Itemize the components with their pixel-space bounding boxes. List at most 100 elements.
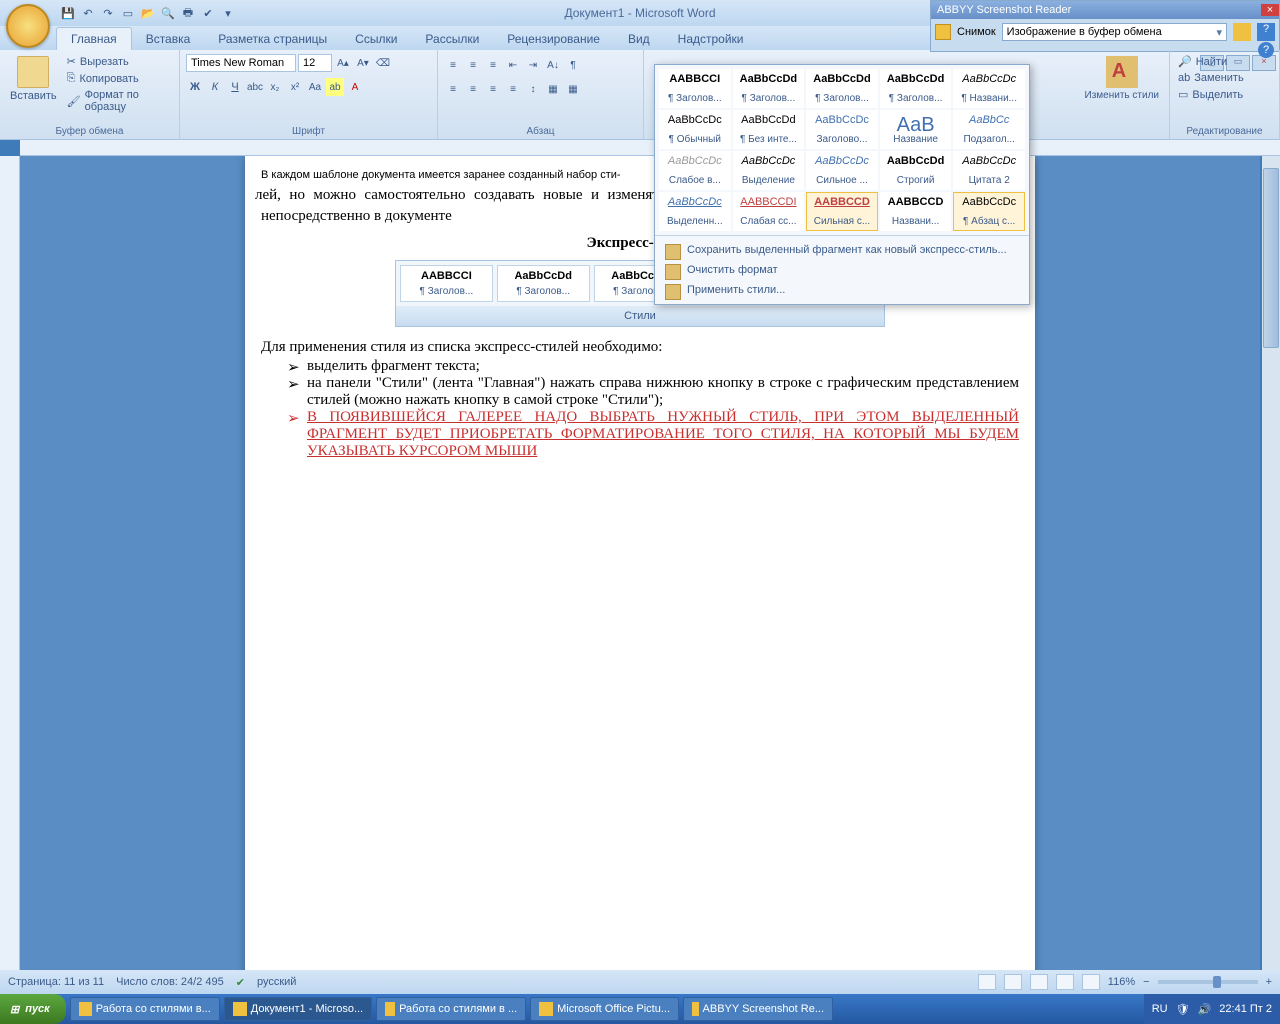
style-option[interactable]: AaBbCcDd¶ Заголов...: [806, 69, 878, 108]
sort-icon[interactable]: A↓: [544, 56, 562, 74]
spell-icon[interactable]: ✔: [200, 5, 216, 21]
taskbar-item[interactable]: Работа со стилями в...: [70, 997, 220, 1021]
underline-icon[interactable]: Ч: [226, 78, 244, 96]
tab-home[interactable]: Главная: [56, 27, 132, 50]
tab-references[interactable]: Ссылки: [341, 28, 411, 50]
cut-button[interactable]: ✂Вырезать: [65, 54, 173, 69]
qat-more-icon[interactable]: ▾: [220, 5, 236, 21]
vertical-ruler[interactable]: [0, 156, 20, 970]
italic-icon[interactable]: К: [206, 78, 224, 96]
font-color-icon[interactable]: A: [346, 78, 364, 96]
tray-lang[interactable]: RU: [1152, 1003, 1168, 1015]
style-option[interactable]: AABBCCDНазвани...: [880, 192, 952, 231]
style-option[interactable]: AaBbCcDc¶ Абзац с...: [953, 192, 1025, 231]
style-option[interactable]: AaBbCcDd¶ Заголов...: [733, 69, 805, 108]
vertical-scrollbar[interactable]: [1262, 156, 1280, 970]
scroll-thumb[interactable]: [1263, 168, 1279, 348]
start-button[interactable]: ⊞пуск: [0, 994, 66, 1024]
spell-check-icon[interactable]: ✔: [236, 976, 245, 989]
borders-icon[interactable]: ▦: [564, 80, 582, 98]
style-option[interactable]: AABBCCI¶ Заголов...: [659, 69, 731, 108]
style-option[interactable]: AaBbCcПодзагол...: [953, 110, 1025, 149]
subscript-icon[interactable]: x₂: [266, 78, 284, 96]
open-icon[interactable]: 📂: [140, 5, 156, 21]
style-option[interactable]: AaBbCcDc¶ Обычный: [659, 110, 731, 149]
replace-button[interactable]: abЗаменить: [1176, 71, 1246, 85]
shrink-font-icon[interactable]: A▾: [354, 54, 372, 72]
clear-formatting[interactable]: Очистить формат: [659, 260, 1025, 280]
office-button[interactable]: [6, 4, 50, 48]
style-option[interactable]: AaBbCcDd¶ Заголов...: [880, 69, 952, 108]
style-option[interactable]: AaBbCcDcЦитата 2: [953, 151, 1025, 190]
style-option[interactable]: AaBbCcDcВыделение: [733, 151, 805, 190]
taskbar-item[interactable]: ABBYY Screenshot Re...: [683, 997, 833, 1021]
style-option[interactable]: AaBbCcDcЗаголово...: [806, 110, 878, 149]
tab-view[interactable]: Вид: [614, 28, 664, 50]
multilevel-icon[interactable]: ≡: [484, 56, 502, 74]
abbyy-target-combo[interactable]: Изображение в буфер обмена: [1002, 23, 1227, 41]
style-option[interactable]: AaBbCcDdСтрогий: [880, 151, 952, 190]
paste-button[interactable]: Вставить: [6, 54, 61, 104]
find-button[interactable]: 🔎Найти: [1176, 54, 1229, 69]
outline-view[interactable]: [1056, 974, 1074, 990]
indent-inc-icon[interactable]: ⇥: [524, 56, 542, 74]
pilcrow-icon[interactable]: ¶: [564, 56, 582, 74]
change-styles-button[interactable]: AИзменить стили: [1081, 54, 1163, 103]
case-icon[interactable]: Aa: [306, 78, 324, 96]
bold-icon[interactable]: Ж: [186, 78, 204, 96]
bullets-icon[interactable]: ≡: [444, 56, 462, 74]
grow-font-icon[interactable]: A▴: [334, 54, 352, 72]
tray-shield-icon[interactable]: 🛡: [1176, 1003, 1190, 1016]
zoom-in-icon[interactable]: +: [1266, 976, 1272, 988]
taskbar-item[interactable]: Документ1 - Microso...: [224, 997, 372, 1021]
zoom-level[interactable]: 116%: [1108, 976, 1135, 988]
style-option[interactable]: AABBCCDСильная с...: [806, 192, 878, 231]
clear-format-icon[interactable]: ⌫: [374, 54, 392, 72]
select-button[interactable]: ▭Выделить: [1176, 87, 1245, 102]
preview-icon[interactable]: 🔍: [160, 5, 176, 21]
web-layout-view[interactable]: [1030, 974, 1048, 990]
undo-icon[interactable]: ↶: [80, 5, 96, 21]
abbyy-help-icon[interactable]: ?: [1257, 23, 1275, 41]
style-option[interactable]: AaBbCcDcСлабое в...: [659, 151, 731, 190]
embedded-style-option[interactable]: AABBCCI¶ Заголов...: [400, 265, 493, 302]
copy-button[interactable]: ⎘Копировать: [65, 71, 173, 86]
style-option[interactable]: АаВНазвание: [880, 110, 952, 149]
font-name-combo[interactable]: Times New Roman: [186, 54, 296, 72]
status-words[interactable]: Число слов: 24/2 495: [116, 976, 224, 988]
strike-icon[interactable]: abc: [246, 78, 264, 96]
style-option[interactable]: AaBbCcDcСильное ...: [806, 151, 878, 190]
status-page[interactable]: Страница: 11 из 11: [8, 976, 104, 988]
tab-mailings[interactable]: Рассылки: [411, 28, 493, 50]
draft-view[interactable]: [1082, 974, 1100, 990]
style-option[interactable]: AaBbCcDd¶ Без инте...: [733, 110, 805, 149]
tab-layout[interactable]: Разметка страницы: [204, 28, 341, 50]
highlight-icon[interactable]: ab: [326, 78, 344, 96]
redo-icon[interactable]: ↷: [100, 5, 116, 21]
abbyy-close-icon[interactable]: ×: [1261, 4, 1279, 16]
tray-volume-icon[interactable]: 🔊: [1198, 1003, 1212, 1016]
save-icon[interactable]: 💾: [60, 5, 76, 21]
taskbar-item[interactable]: Microsoft Office Pictu...: [530, 997, 679, 1021]
superscript-icon[interactable]: x²: [286, 78, 304, 96]
print-icon[interactable]: 🖶: [180, 5, 196, 21]
abbyy-gear-icon[interactable]: [1233, 23, 1251, 41]
horizontal-ruler[interactable]: [20, 140, 1280, 156]
numbering-icon[interactable]: ≡: [464, 56, 482, 74]
font-size-combo[interactable]: 12: [298, 54, 332, 72]
full-screen-view[interactable]: [1004, 974, 1022, 990]
save-as-quick-style[interactable]: Сохранить выделенный фрагмент как новый …: [659, 240, 1025, 260]
status-language[interactable]: русский: [257, 976, 296, 988]
tab-addins[interactable]: Надстройки: [664, 28, 758, 50]
style-option[interactable]: AaBbCcDc¶ Названи...: [953, 69, 1025, 108]
embedded-style-option[interactable]: AaBbCcDd¶ Заголов...: [497, 265, 590, 302]
align-right-icon[interactable]: ≡: [484, 80, 502, 98]
zoom-slider[interactable]: [1158, 980, 1258, 984]
justify-icon[interactable]: ≡: [504, 80, 522, 98]
tab-insert[interactable]: Вставка: [132, 28, 205, 50]
indent-dec-icon[interactable]: ⇤: [504, 56, 522, 74]
tray-clock[interactable]: 22:41 Пт 2: [1219, 1003, 1272, 1015]
style-option[interactable]: AABBCCDIСлабая сс...: [733, 192, 805, 231]
style-option[interactable]: AaBbCcDcВыделенн...: [659, 192, 731, 231]
shading-icon[interactable]: ▦: [544, 80, 562, 98]
